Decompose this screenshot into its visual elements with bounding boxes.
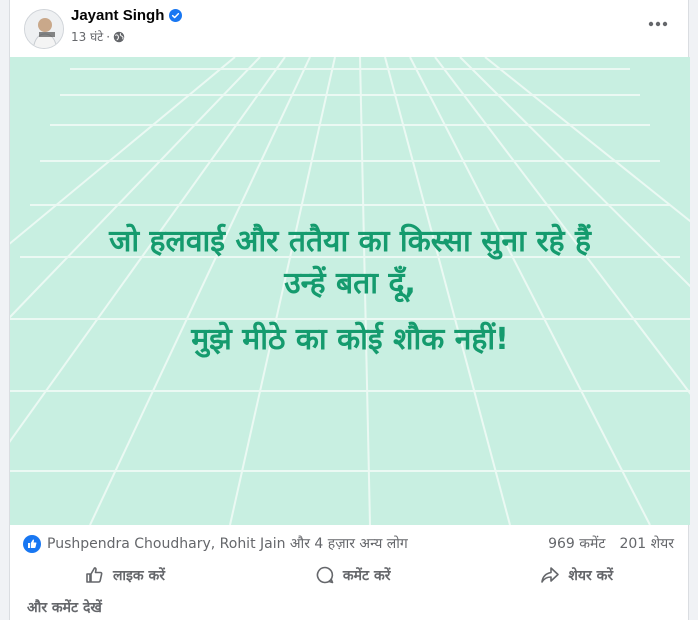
author-name[interactable]: Jayant Singh: [71, 7, 164, 24]
comment-bubble-icon: [316, 566, 334, 584]
share-arrow-icon: [541, 567, 560, 583]
action-bar: लाइक करें कमेंट करें शेयर करें: [10, 558, 688, 592]
more-options-icon: [648, 21, 668, 27]
meta-separator: ·: [106, 29, 111, 44]
likers-text: Pushpendra Choudhary, Rohit Jain और 4 हज…: [47, 536, 408, 552]
globe-icon[interactable]: [113, 31, 125, 43]
like-reaction-icon: [23, 534, 41, 553]
share-label: शेयर करें: [568, 567, 614, 584]
post-line-3: मुझे मीठे का कोई शौक नहीं!: [191, 322, 509, 357]
comment-label: कमेंट करें: [342, 567, 391, 584]
reactions-bar: Pushpendra Choudhary, Rohit Jain और 4 हज…: [10, 530, 688, 558]
post-text: जो हलवाई और ततैया का किस्सा सुना रहे हैं…: [10, 57, 690, 525]
post-line-2: उन्हें बता दूँ,: [284, 266, 416, 301]
post-header: Jayant Singh 13 घंटे ·: [10, 0, 688, 56]
comment-button[interactable]: कमेंट करें: [305, 561, 401, 589]
like-button[interactable]: लाइक करें: [75, 561, 175, 589]
more-options-button[interactable]: [640, 10, 676, 38]
post-line-1: जो हलवाई और ततैया का किस्सा सुना रहे हैं: [109, 224, 591, 259]
share-button[interactable]: शेयर करें: [530, 561, 623, 589]
engagement-counts: 969 कमेंट 201 शेयर: [548, 534, 674, 553]
post-time[interactable]: 13 घंटे: [71, 28, 103, 45]
post-background[interactable]: जो हलवाई और ततैया का किस्सा सुना रहे हैं…: [10, 57, 690, 525]
reactions-summary[interactable]: Pushpendra Choudhary, Rohit Jain और 4 हज…: [23, 534, 408, 553]
comment-count[interactable]: 969 कमेंट: [548, 534, 605, 553]
like-label: लाइक करें: [112, 567, 166, 584]
post-meta: 13 घंटे ·: [71, 28, 125, 45]
author-name-row: Jayant Singh: [71, 7, 183, 24]
verified-badge-icon: [169, 9, 183, 22]
post-card: Jayant Singh 13 घंटे · जो हलवाई और ततैया…: [9, 0, 690, 620]
author-avatar[interactable]: [24, 9, 64, 49]
share-count[interactable]: 201 शेयर: [619, 534, 674, 553]
view-more-comments-link[interactable]: और कमेंट देखें: [27, 598, 102, 617]
thumbs-up-icon: [86, 567, 103, 583]
